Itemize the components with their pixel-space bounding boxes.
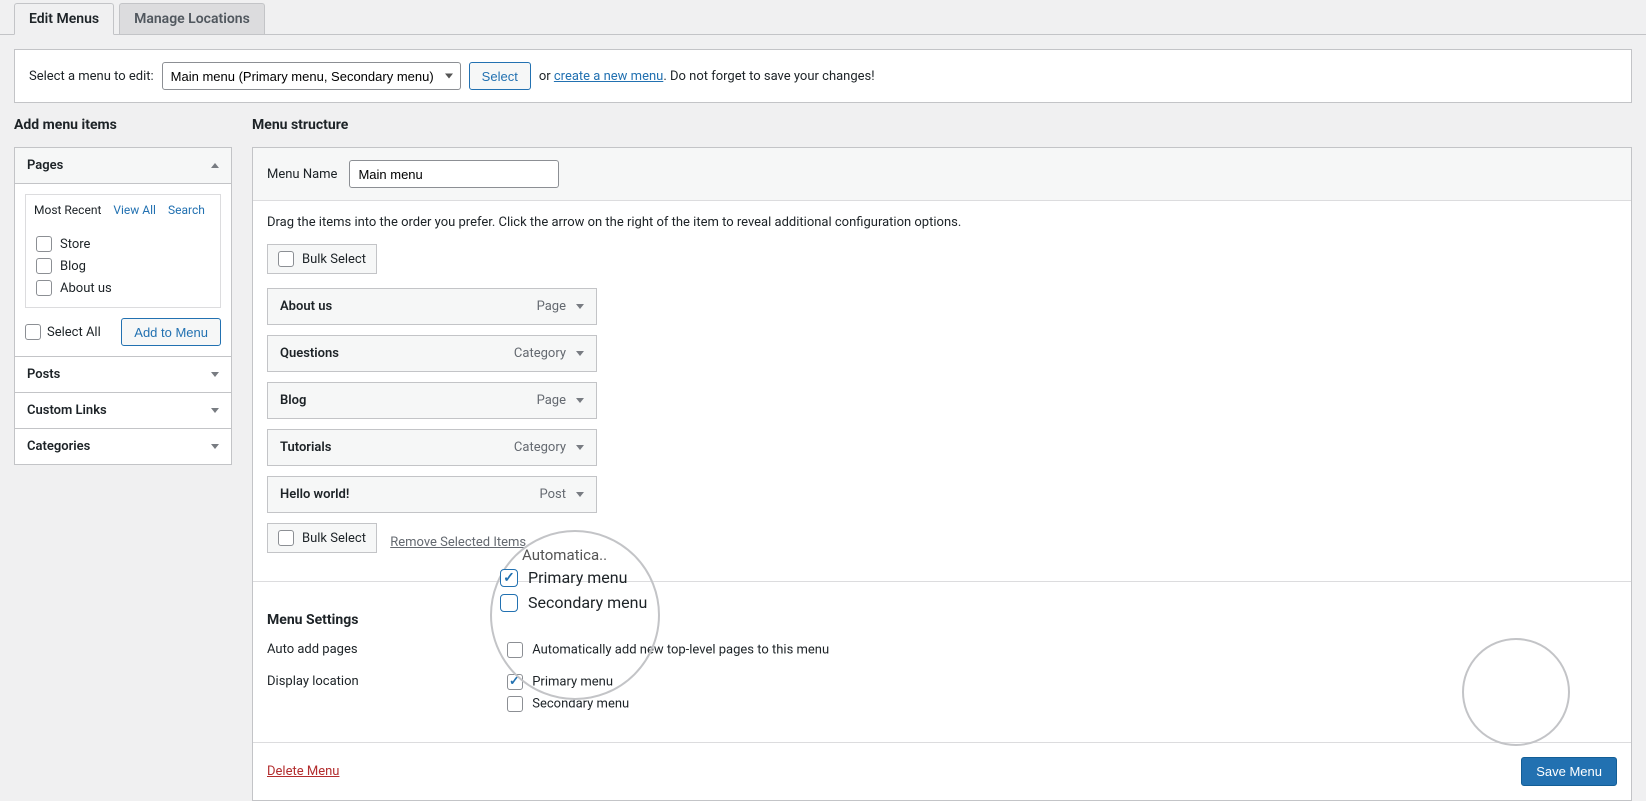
page-item-about-checkbox[interactable]: [36, 280, 52, 296]
create-menu-link[interactable]: create a new menu: [554, 69, 663, 84]
select-button[interactable]: Select: [469, 62, 531, 90]
menu-name-input[interactable]: [349, 160, 559, 188]
subtab-most-recent[interactable]: Most Recent: [34, 203, 101, 217]
bulk-select-top[interactable]: Bulk Select: [267, 244, 377, 274]
loc-secondary[interactable]: Secondary menu: [507, 696, 629, 712]
bulk-select-bottom-checkbox[interactable]: [278, 530, 294, 546]
add-menu-items-title: Add menu items: [14, 117, 232, 133]
menu-structure-title: Menu structure: [252, 117, 1632, 133]
select-all-pages[interactable]: Select All: [25, 324, 101, 340]
save-menu-button[interactable]: Save Menu: [1521, 757, 1617, 786]
tab-manage-locations[interactable]: Manage Locations: [119, 3, 265, 34]
auto-add-option[interactable]: Automatically add new top-level pages to…: [507, 642, 829, 658]
subtab-search[interactable]: Search: [168, 203, 205, 217]
add-to-menu-button[interactable]: Add to Menu: [121, 318, 221, 346]
auto-add-checkbox[interactable]: [507, 642, 523, 658]
display-location-label: Display location: [267, 674, 507, 689]
drag-instruction: Drag the items into the order you prefer…: [267, 215, 1617, 230]
bulk-select-top-checkbox[interactable]: [278, 251, 294, 267]
loc-secondary-checkbox[interactable]: [507, 696, 523, 712]
chevron-down-icon[interactable]: [576, 304, 584, 309]
delete-menu-link[interactable]: Delete Menu: [267, 764, 339, 779]
menu-item[interactable]: Tutorials Category: [267, 429, 597, 466]
accordion-custom-links-header[interactable]: Custom Links: [15, 393, 231, 428]
page-item-about[interactable]: About us: [36, 277, 210, 299]
loc-primary-checkbox[interactable]: [507, 674, 523, 690]
accordion-posts: Posts: [14, 356, 232, 393]
page-item-store-checkbox[interactable]: [36, 236, 52, 252]
select-or-text: or create a new menu. Do not forget to s…: [539, 69, 875, 84]
page-item-blog-checkbox[interactable]: [36, 258, 52, 274]
accordion-categories-header[interactable]: Categories: [15, 429, 231, 464]
menu-item[interactable]: Questions Category: [267, 335, 597, 372]
chevron-down-icon: [211, 444, 219, 449]
accordion-categories: Categories: [14, 428, 232, 465]
subtab-view-all[interactable]: View All: [113, 203, 156, 217]
page-item-store[interactable]: Store: [36, 233, 210, 255]
accordion-pages: Pages Most Recent View All Search Store: [14, 147, 232, 357]
loc-primary[interactable]: Primary menu: [507, 674, 629, 690]
menu-item[interactable]: Hello world! Post: [267, 476, 597, 513]
bulk-select-bottom[interactable]: Bulk Select: [267, 523, 377, 553]
auto-add-label: Auto add pages: [267, 642, 507, 657]
page-item-blog[interactable]: Blog: [36, 255, 210, 277]
menu-items-list: About us Page Questions Category Blog Pa…: [267, 288, 1617, 513]
chevron-up-icon: [211, 163, 219, 168]
menu-item[interactable]: About us Page: [267, 288, 597, 325]
select-prompt: Select a menu to edit:: [29, 69, 154, 84]
pages-subtabs: Most Recent View All Search: [25, 194, 221, 225]
menu-name-label: Menu Name: [267, 167, 337, 182]
chevron-down-icon[interactable]: [576, 445, 584, 450]
chevron-down-icon: [211, 408, 219, 413]
select-all-pages-checkbox[interactable]: [25, 324, 41, 340]
chevron-down-icon[interactable]: [576, 492, 584, 497]
chevron-down-icon[interactable]: [576, 351, 584, 356]
menu-item[interactable]: Blog Page: [267, 382, 597, 419]
chevron-down-icon[interactable]: [576, 398, 584, 403]
tab-edit-menus[interactable]: Edit Menus: [14, 3, 114, 35]
menu-select[interactable]: Main menu (Primary menu, Secondary menu): [162, 62, 461, 90]
accordion-pages-header[interactable]: Pages: [15, 148, 231, 184]
remove-selected-link[interactable]: Remove Selected Items: [390, 535, 526, 550]
menu-selector-bar: Select a menu to edit: Main menu (Primar…: [14, 49, 1632, 103]
chevron-down-icon: [211, 372, 219, 377]
accordion-custom-links: Custom Links: [14, 392, 232, 429]
menu-settings-title: Menu Settings: [267, 612, 1617, 628]
accordion-posts-header[interactable]: Posts: [15, 357, 231, 392]
menu-panel: Menu Name Drag the items into the order …: [252, 147, 1632, 801]
